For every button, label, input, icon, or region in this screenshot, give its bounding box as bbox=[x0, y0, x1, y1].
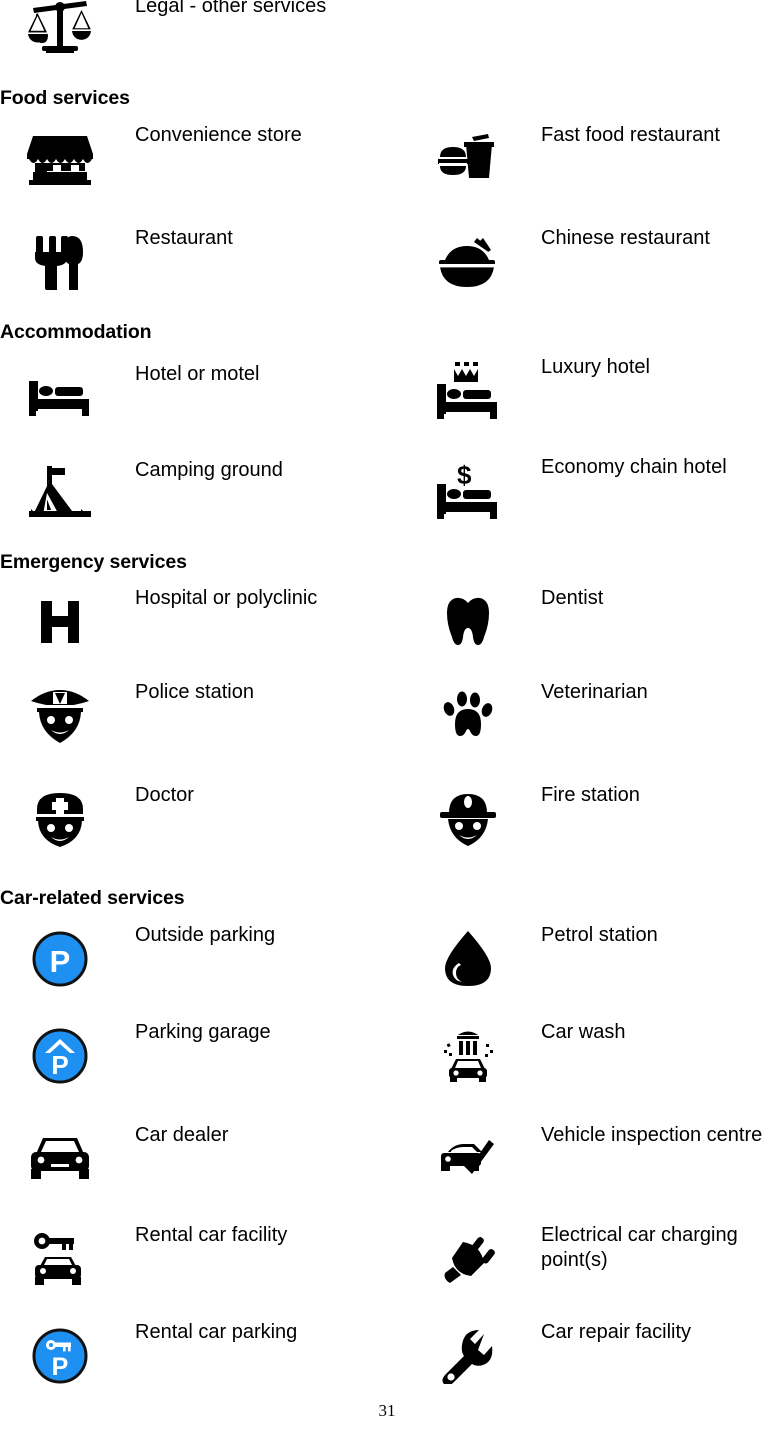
list-item-label: Vehicle inspection centre bbox=[541, 1124, 763, 1146]
list-item-label: Fire station bbox=[541, 784, 640, 806]
police-officer-icon bbox=[0, 680, 120, 752]
car-front-icon bbox=[0, 1123, 120, 1195]
list-item-label: Camping ground bbox=[135, 459, 283, 481]
section-heading-food-services: Food services bbox=[0, 87, 130, 109]
wrench-icon bbox=[408, 1320, 528, 1392]
list-item-label: Chinese restaurant bbox=[541, 227, 710, 249]
list-item-label: Economy chain hotel bbox=[541, 456, 727, 478]
list-item-label: Parking garage bbox=[135, 1021, 271, 1043]
parking-p-circle-icon: P bbox=[0, 923, 120, 995]
svg-text:P: P bbox=[52, 1353, 69, 1381]
tooth-icon bbox=[408, 586, 528, 658]
list-item-label: Electrical car charging point(s) bbox=[541, 1224, 738, 1271]
list-item-label: Convenience store bbox=[135, 124, 302, 146]
convenience-store-icon bbox=[0, 123, 120, 195]
dollar-bed-icon: $ bbox=[408, 455, 528, 527]
list-item-label: Car dealer bbox=[135, 1124, 229, 1146]
restaurant-cutlery-icon bbox=[0, 226, 120, 298]
fuel-drop-icon bbox=[408, 923, 528, 995]
section-heading-accommodation: Accommodation bbox=[0, 321, 152, 343]
tent-icon bbox=[0, 458, 120, 530]
car-check-icon bbox=[408, 1123, 528, 1195]
list-item-label: Car wash bbox=[541, 1021, 626, 1043]
list-item-label: Legal - other services bbox=[135, 0, 327, 17]
section-heading-car-related-services: Car-related services bbox=[0, 887, 185, 909]
list-item-label: Car repair facility bbox=[541, 1321, 692, 1343]
key-car-icon bbox=[0, 1223, 120, 1295]
poi-symbols-page: Legal - other services Food services Con… bbox=[0, 0, 774, 1444]
list-item-label: Hotel or motel bbox=[135, 363, 260, 385]
list-item-label: Doctor bbox=[135, 784, 194, 806]
list-item-label: Police station bbox=[135, 681, 254, 703]
list-item-label: Luxury hotel bbox=[541, 356, 650, 378]
page-number: 31 bbox=[378, 1401, 396, 1420]
parking-garage-circle-icon: P bbox=[0, 1020, 120, 1092]
car-wash-icon bbox=[408, 1020, 528, 1092]
scales-of-justice-icon bbox=[0, 0, 120, 66]
list-item-label: Fast food restaurant bbox=[541, 124, 720, 146]
svg-text:P: P bbox=[51, 1050, 68, 1080]
section-heading-emergency-services: Emergency services bbox=[0, 551, 187, 573]
chinese-noodle-bowl-icon bbox=[408, 226, 528, 298]
list-item-label: Rental car parking bbox=[135, 1321, 298, 1343]
list-item-label: Rental car facility bbox=[135, 1224, 288, 1246]
list-item-label: Petrol station bbox=[541, 924, 658, 946]
svg-text:$: $ bbox=[457, 462, 472, 490]
key-parking-circle-icon: P bbox=[0, 1320, 120, 1392]
bed-icon bbox=[0, 362, 120, 434]
list-item-label: Restaurant bbox=[135, 227, 233, 249]
list-item-label: Hospital or polyclinic bbox=[135, 587, 318, 609]
list-item-label: Dentist bbox=[541, 587, 604, 609]
hospital-h-icon bbox=[0, 586, 120, 658]
paw-print-icon bbox=[408, 680, 528, 752]
power-plug-icon bbox=[408, 1223, 528, 1295]
list-item-label: Outside parking bbox=[135, 924, 276, 946]
crown-bed-icon bbox=[408, 355, 528, 427]
doctor-icon bbox=[0, 783, 120, 855]
fast-food-icon bbox=[408, 123, 528, 195]
list-item-label: Veterinarian bbox=[541, 681, 648, 703]
firefighter-icon bbox=[408, 783, 528, 855]
svg-text:P: P bbox=[50, 944, 71, 979]
